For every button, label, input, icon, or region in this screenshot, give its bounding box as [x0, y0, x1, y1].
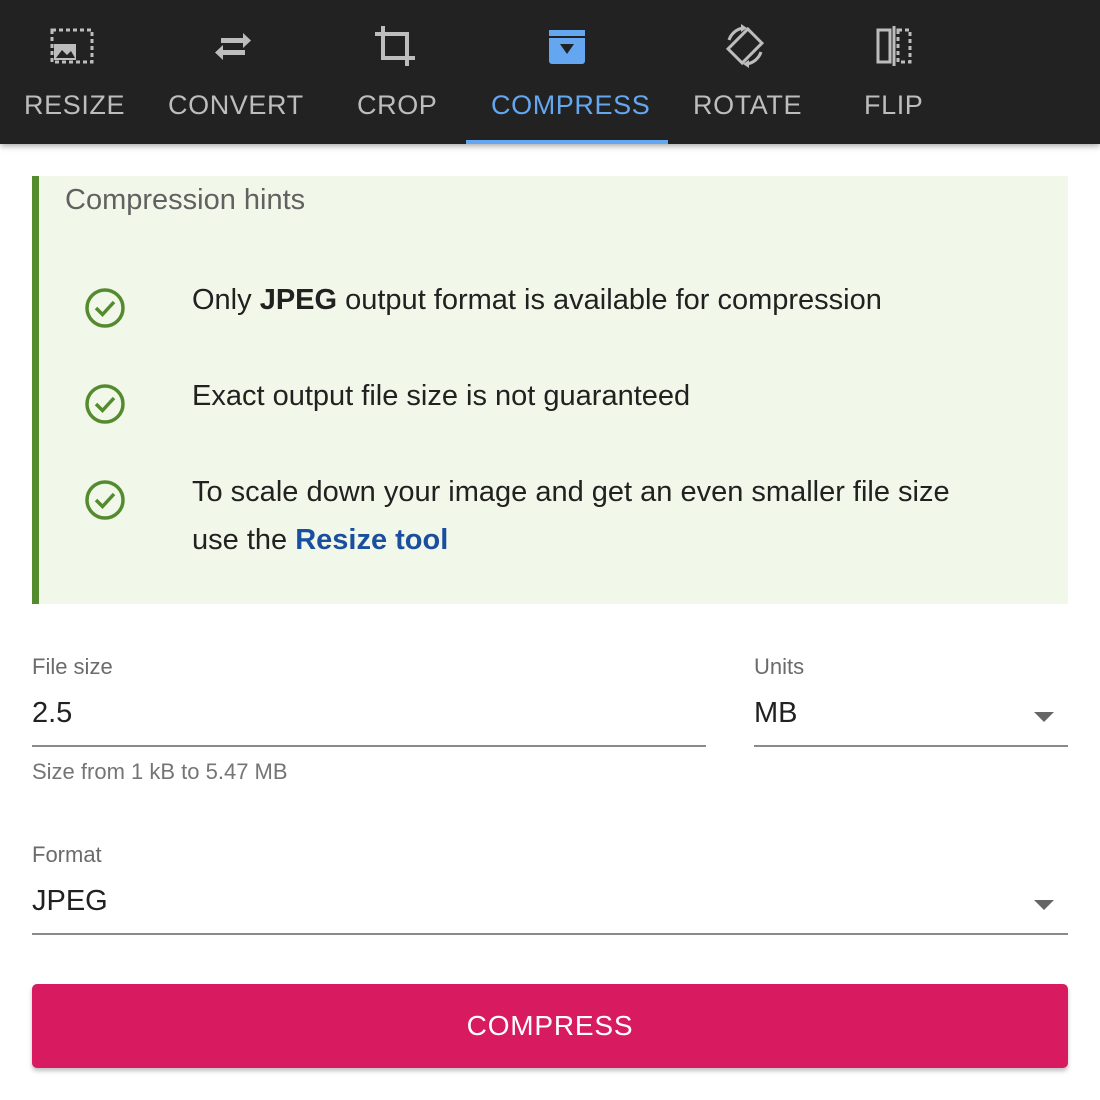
units-value[interactable]: MB	[754, 697, 798, 730]
chevron-down-icon[interactable]	[1034, 712, 1054, 722]
tool-toolbar: RESIZE CONVERT CROP COMPRESS ROTATE FLIP	[0, 0, 1100, 144]
tab-crop[interactable]: CROP	[340, 0, 450, 144]
format-value[interactable]: JPEG	[32, 885, 108, 918]
resize-tool-link[interactable]: Resize tool	[295, 524, 448, 556]
tab-rotate[interactable]: ROTATE	[686, 0, 806, 144]
units-label: Units	[754, 654, 805, 679]
format-label: Format	[32, 842, 102, 867]
tab-flip[interactable]: FLIP	[846, 0, 942, 144]
hint-text: To scale down your image and get an even…	[192, 476, 950, 556]
tab-convert[interactable]: CONVERT	[160, 0, 306, 144]
resize-icon	[50, 28, 94, 64]
file-size-input[interactable]: 2.5	[32, 697, 72, 730]
hints-title: Compression hints	[65, 184, 306, 216]
file-size-label: File size	[32, 654, 113, 679]
check-circle-icon	[85, 288, 125, 328]
compress-button[interactable]: COMPRESS	[32, 984, 1068, 1068]
tab-label: ROTATE	[693, 90, 803, 120]
tab-resize[interactable]: RESIZE	[12, 0, 132, 144]
tab-label: CONVERT	[168, 90, 304, 120]
hint-bold-format: JPEG	[259, 284, 338, 316]
convert-icon	[215, 33, 251, 60]
crop-icon	[375, 26, 415, 66]
tab-label: CROP	[357, 90, 438, 120]
check-circle-icon	[85, 384, 125, 424]
tab-label: COMPRESS	[491, 90, 651, 120]
file-size-helper: Size from 1 kB to 5.47 MB	[32, 759, 288, 784]
flip-icon	[876, 26, 912, 66]
chevron-down-icon[interactable]	[1034, 900, 1054, 910]
compress-icon	[549, 30, 585, 64]
hint-text: Exact output file size is not guaranteed	[192, 380, 691, 412]
format-underline	[32, 933, 1068, 935]
compression-hints-panel: Compression hints Only JPEG output forma…	[32, 176, 1068, 604]
file-size-underline	[32, 745, 706, 747]
tab-compress[interactable]: COMPRESS	[466, 0, 668, 144]
tab-label: FLIP	[864, 90, 924, 120]
hint-text: Only JPEG output format is available for…	[192, 284, 882, 316]
check-circle-icon	[85, 480, 125, 520]
units-underline	[754, 745, 1068, 747]
tab-label: RESIZE	[24, 90, 126, 120]
rotate-icon	[725, 24, 765, 68]
